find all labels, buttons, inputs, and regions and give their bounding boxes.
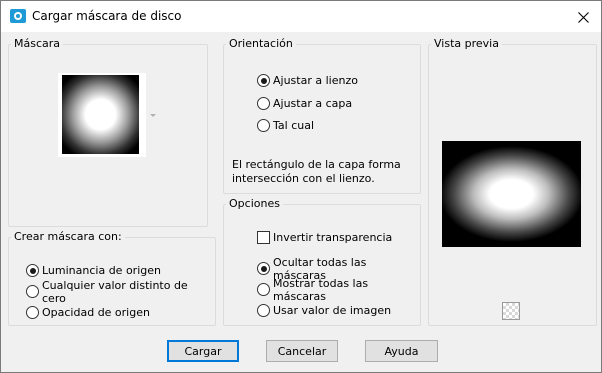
- invert-transparency-box[interactable]: [257, 231, 270, 244]
- app-icon: [10, 9, 26, 23]
- create-mask-group: Crear máscara con: Luminancia de origen …: [8, 231, 216, 326]
- radio-hide-all-masks-indicator[interactable]: [257, 262, 270, 275]
- preview-image: [442, 141, 581, 247]
- options-group-legend: Opciones: [229, 197, 280, 210]
- radio-show-all-masks-label: Mostrar todas las máscaras: [273, 276, 369, 303]
- window-title: Cargar máscara de disco: [32, 9, 182, 23]
- radio-use-image-value-label: Usar valor de imagen: [273, 304, 392, 317]
- radio-fit-layer[interactable]: Ajustar a capa: [257, 96, 352, 111]
- radio-hide-all-masks[interactable]: Ocultar todas las máscaras: [257, 256, 420, 282]
- radio-use-image-value[interactable]: Usar valor de imagen: [257, 303, 391, 318]
- radio-nonzero-label: Cualquier valor distinto de cero: [42, 278, 188, 305]
- invert-transparency-label: Invertir transparencia: [273, 231, 393, 244]
- radio-as-is-label: Tal cual: [273, 119, 315, 132]
- radio-opacity[interactable]: Opacidad de origen: [26, 305, 150, 320]
- radio-opacity-indicator[interactable]: [26, 306, 39, 319]
- preview-group: Vista previa: [428, 38, 597, 326]
- invert-transparency-checkbox[interactable]: Invertir transparencia: [257, 230, 392, 245]
- radio-show-all-masks-indicator[interactable]: [257, 283, 270, 296]
- radio-fit-canvas-indicator[interactable]: [257, 74, 270, 87]
- radio-as-is[interactable]: Tal cual: [257, 118, 314, 133]
- cancel-button[interactable]: Cancelar: [266, 340, 338, 362]
- radio-fit-layer-label: Ajustar a capa: [273, 97, 353, 110]
- radio-fit-canvas-label: Ajustar a lienzo: [273, 74, 358, 87]
- radio-nonzero[interactable]: Cualquier valor distinto de cero: [26, 279, 215, 305]
- orientation-group-legend: Orientación: [229, 37, 293, 50]
- radio-luminance-label: Luminancia de origen: [42, 264, 161, 277]
- radio-opacity-label: Opacidad de origen: [42, 306, 150, 319]
- close-button[interactable]: [569, 5, 597, 29]
- radio-use-image-value-indicator[interactable]: [257, 304, 270, 317]
- preview-group-legend: Vista previa: [434, 37, 499, 50]
- orientation-group: Orientación Ajustar a lienzo Ajustar a c…: [223, 38, 421, 194]
- close-icon: [577, 11, 589, 23]
- radio-as-is-indicator[interactable]: [257, 119, 270, 132]
- transparency-checker-icon[interactable]: [502, 302, 520, 320]
- mask-thumbnail-image: [62, 75, 139, 154]
- radio-fit-canvas[interactable]: Ajustar a lienzo: [257, 73, 358, 88]
- radio-show-all-masks[interactable]: Mostrar todas las máscaras: [257, 277, 420, 303]
- create-mask-group-legend: Crear máscara con:: [14, 230, 122, 243]
- radio-luminance-indicator[interactable]: [26, 264, 39, 277]
- title-bar[interactable]: Cargar máscara de disco: [1, 1, 601, 32]
- help-button[interactable]: Ayuda: [365, 340, 438, 362]
- mask-group-legend: Máscara: [14, 37, 61, 50]
- radio-luminance[interactable]: Luminancia de origen: [26, 263, 161, 278]
- orientation-note: El rectángulo de la capa forma intersecc…: [232, 158, 401, 185]
- dialog-window: Cargar máscara de disco Máscara Crear má…: [0, 0, 602, 373]
- mask-group: Máscara: [8, 38, 208, 227]
- load-button[interactable]: Cargar: [167, 340, 239, 362]
- radio-nonzero-indicator[interactable]: [26, 285, 39, 298]
- dropdown-arrow-icon[interactable]: [150, 114, 156, 117]
- radio-fit-layer-indicator[interactable]: [257, 97, 270, 110]
- options-group: Opciones Invertir transparencia Ocultar …: [223, 198, 421, 326]
- mask-thumbnail[interactable]: [58, 73, 146, 157]
